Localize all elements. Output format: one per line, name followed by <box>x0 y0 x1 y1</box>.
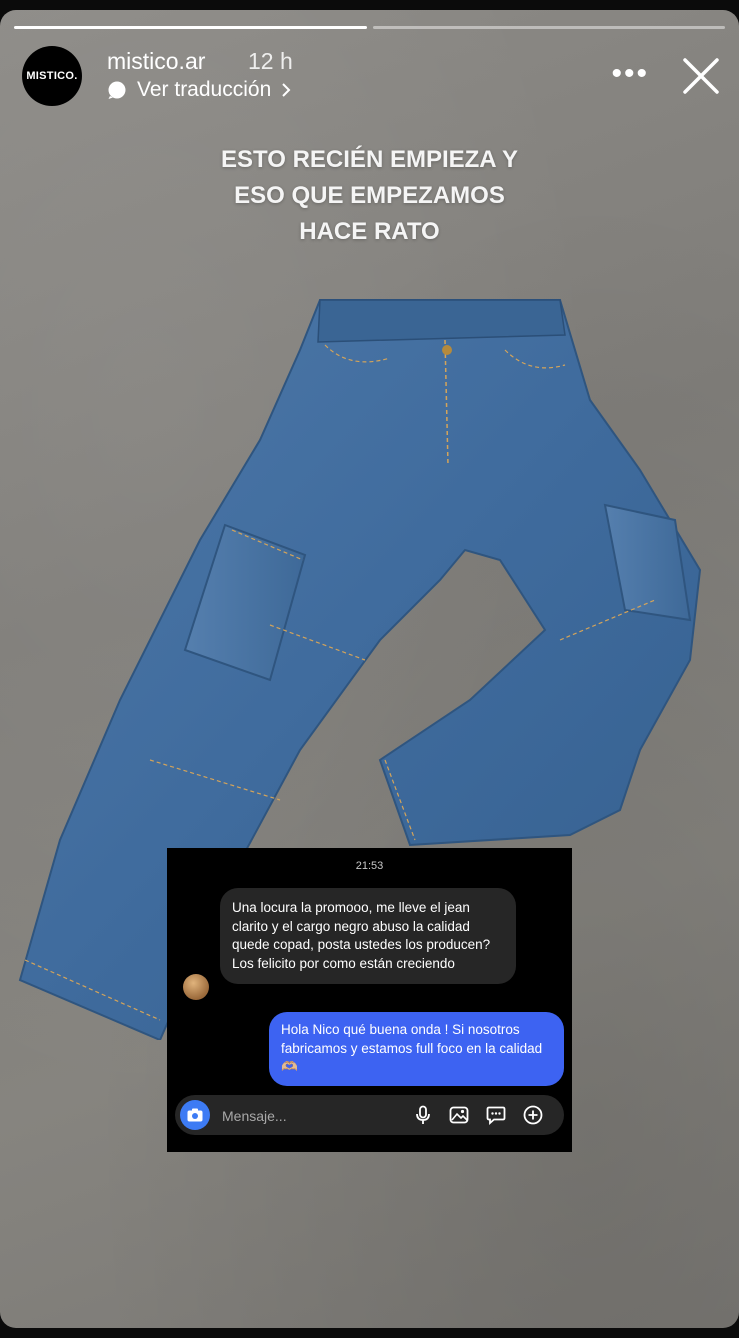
chat-avatar <box>183 974 209 1000</box>
caption-line: HACE RATO <box>299 218 440 245</box>
username[interactable]: mistico.ar <box>107 48 205 75</box>
speech-bubble-icon <box>108 81 126 99</box>
story-header: MISTICO. mistico.ar 12 h Ver traducción … <box>22 46 721 110</box>
chat-screenshot: 21:53 Una locura la promooo, me lleve el… <box>167 848 572 1152</box>
chevron-right-icon <box>282 83 291 97</box>
message-input[interactable] <box>220 1095 404 1137</box>
incoming-message: Una locura la promooo, me lleve el jean … <box>220 888 516 984</box>
chat-timestamp: 21:53 <box>355 860 384 872</box>
story-caption: ESTO RECIÉN EMPIEZA Y ESO QUE EMPEZAMOS … <box>0 142 739 250</box>
microphone-icon[interactable] <box>413 1105 433 1125</box>
caption-line: ESO QUE EMPEZAMOS <box>234 182 505 209</box>
sticker-chat-icon[interactable] <box>486 1105 506 1125</box>
message-composer <box>175 1095 564 1137</box>
outgoing-message: Hola Nico qué buena onda ! Si nosotros f… <box>269 1012 564 1086</box>
story-viewer[interactable]: MISTICO. mistico.ar 12 h Ver traducción … <box>0 10 739 1328</box>
gallery-icon[interactable] <box>449 1105 469 1125</box>
translate-link[interactable]: Ver traducción <box>107 78 291 102</box>
caption-line: ESTO RECIÉN EMPIEZA Y <box>221 146 518 173</box>
camera-icon <box>187 1108 203 1122</box>
avatar[interactable]: MISTICO. <box>22 46 82 106</box>
close-icon[interactable] <box>681 56 721 96</box>
translate-label: Ver traducción <box>137 78 272 101</box>
more-options-icon[interactable]: ••• <box>611 59 649 89</box>
progress-segment <box>14 26 367 29</box>
add-circle-icon[interactable] <box>523 1105 543 1125</box>
post-time: 12 h <box>248 48 293 74</box>
avatar-text: MISTICO. <box>26 70 78 82</box>
story-progress-bar <box>14 26 725 29</box>
progress-segment <box>372 26 725 29</box>
camera-button[interactable] <box>180 1100 210 1130</box>
